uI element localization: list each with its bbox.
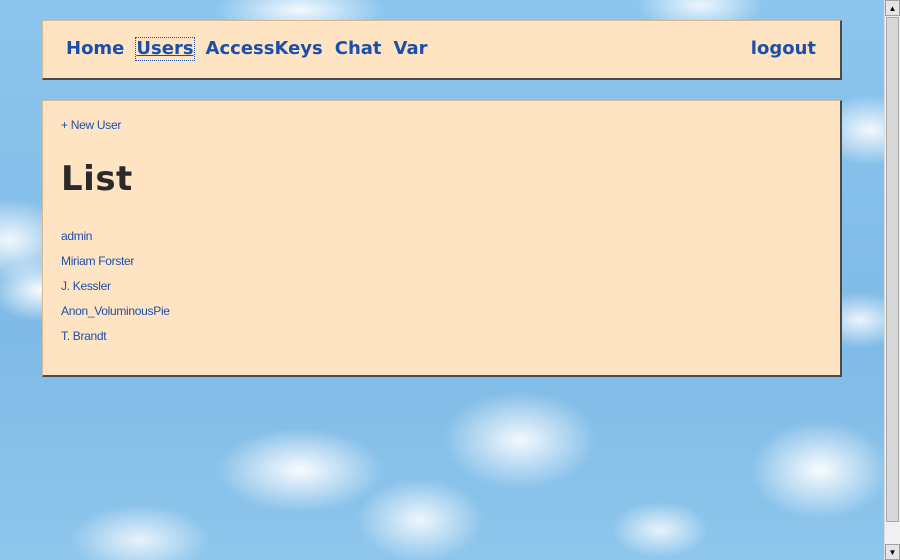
- nav-users-link[interactable]: Users: [135, 37, 195, 61]
- scroll-thumb[interactable]: [886, 17, 899, 522]
- scroll-down-arrow-icon[interactable]: ▼: [885, 544, 900, 560]
- nav-var-link[interactable]: Var: [394, 38, 428, 60]
- vertical-scrollbar[interactable]: ▲ ▼: [884, 0, 900, 560]
- user-link[interactable]: Anon_VoluminousPie: [61, 304, 170, 318]
- list-item: J. Kessler: [61, 279, 170, 304]
- list-item: admin: [61, 229, 170, 254]
- scroll-up-arrow-icon[interactable]: ▲: [885, 0, 900, 16]
- page-title: List: [61, 159, 133, 199]
- user-link[interactable]: Miriam Forster: [61, 254, 134, 268]
- list-item: Anon_VoluminousPie: [61, 304, 170, 329]
- nav-bar: Home Users AccessKeys Chat Var logout: [42, 20, 842, 80]
- user-link[interactable]: J. Kessler: [61, 279, 111, 293]
- new-user-link[interactable]: + New User: [61, 118, 121, 132]
- nav-home-link[interactable]: Home: [66, 38, 124, 60]
- logout-link[interactable]: logout: [751, 38, 816, 60]
- list-item: T. Brandt: [61, 329, 170, 354]
- list-item: Miriam Forster: [61, 254, 170, 279]
- user-link[interactable]: admin: [61, 229, 92, 243]
- content-panel: + New User List admin Miriam Forster J. …: [42, 100, 842, 377]
- user-list: admin Miriam Forster J. Kessler Anon_Vol…: [61, 229, 170, 354]
- nav-chat-link[interactable]: Chat: [335, 38, 382, 60]
- nav-accesskeys-link[interactable]: AccessKeys: [206, 38, 323, 60]
- user-link[interactable]: T. Brandt: [61, 329, 107, 343]
- nav-links: Home Users AccessKeys Chat Var: [66, 37, 428, 61]
